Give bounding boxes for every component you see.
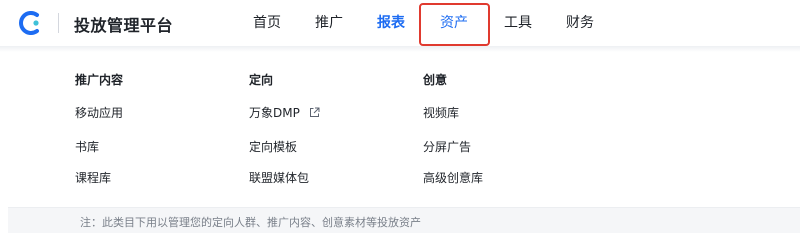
menu-link-advanced-creative-library[interactable]: 高级创意库 (423, 170, 483, 186)
menu-link-split-screen-ads[interactable]: 分屏广告 (423, 139, 471, 155)
external-link-icon (309, 107, 320, 117)
brand-logo-icon[interactable] (16, 9, 44, 37)
menu-link-media-packages[interactable]: 联盟媒体包 (249, 170, 309, 186)
dropdown-top-shadow (0, 46, 800, 52)
menu-column-creative: 创意 (423, 72, 447, 88)
menu-link-dmp-label: 万象DMP (249, 106, 300, 120)
nav-home[interactable]: 首页 (253, 14, 281, 32)
app-title: 投放管理平台 (74, 16, 174, 35)
top-navigation-bar: 投放管理平台 首页 推广 报表 资产 工具 财务 (0, 0, 800, 46)
menu-link-book-library[interactable]: 书库 (75, 139, 99, 155)
column-title-creative: 创意 (423, 73, 448, 87)
footer-note: 注：此类目下用以管理您的定向人群、推广内容、创意素材等投放资产 (80, 216, 421, 229)
nav-tools[interactable]: 工具 (504, 14, 532, 32)
nav-promotion[interactable]: 推广 (315, 14, 343, 32)
menu-column-targeting: 定向 (249, 72, 273, 88)
menu-link-mobile-apps[interactable]: 移动应用 (75, 105, 123, 121)
column-title-targeting: 定向 (249, 73, 274, 87)
nav-finance[interactable]: 财务 (566, 14, 594, 32)
menu-link-targeting-templates[interactable]: 定向模板 (249, 139, 297, 155)
title-divider (58, 13, 59, 33)
menu-link-course-library[interactable]: 课程库 (75, 170, 111, 186)
nav-reports[interactable]: 报表 (377, 14, 405, 32)
menu-link-video-library[interactable]: 视频库 (423, 105, 459, 121)
dropdown-footer: 注：此类目下用以管理您的定向人群、推广内容、创意素材等投放资产 (8, 207, 800, 233)
nav-highlight-box (419, 3, 490, 46)
menu-column-content: 推广内容 (75, 72, 123, 88)
menu-link-dmp[interactable]: 万象DMP (249, 105, 320, 121)
column-title-content: 推广内容 (75, 73, 124, 87)
